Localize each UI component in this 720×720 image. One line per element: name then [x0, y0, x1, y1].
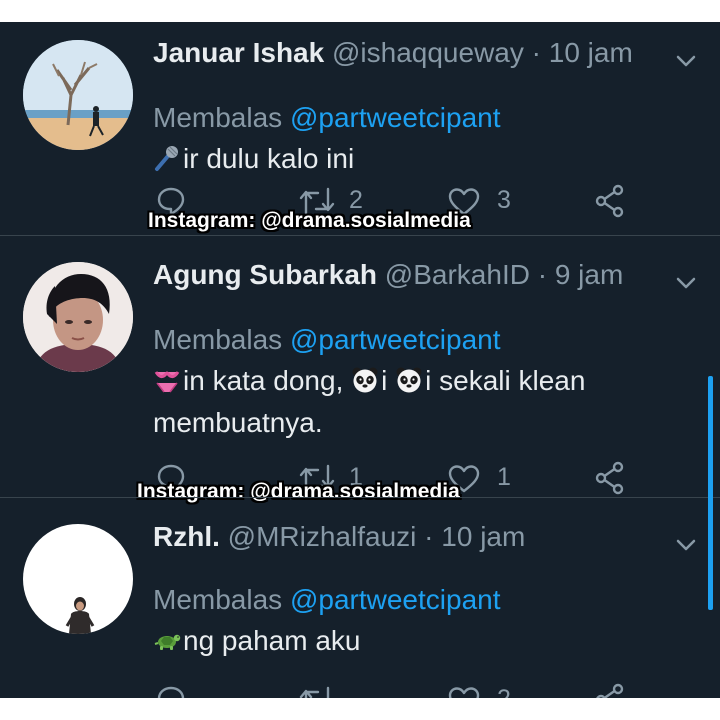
tweet-text: in kata dong, i i sekali klean membuatny… [153, 360, 673, 444]
tweet-body-part-1: in kata dong, [183, 365, 352, 396]
timestamp[interactable]: 10 jam [441, 521, 525, 552]
tweet-body-line-2: membuatnya. [153, 407, 323, 438]
avatar[interactable] [23, 524, 133, 634]
tweet-text: ng paham aku [153, 620, 673, 662]
reply-context: Membalas @partweetcipant [153, 323, 501, 357]
separator-dot: · [537, 259, 548, 290]
chevron-down-icon[interactable] [673, 536, 699, 554]
like-icon [448, 687, 480, 698]
like-count: 1 [497, 463, 511, 491]
turtle-emoji [154, 634, 181, 650]
reply-mention[interactable]: @partweetcipant [290, 324, 501, 355]
separator-dot: · [531, 37, 541, 68]
avatar[interactable] [23, 262, 133, 372]
chevron-down-icon[interactable] [673, 274, 699, 292]
reply-icon [157, 686, 185, 698]
retweet-icon [299, 686, 330, 698]
tweet[interactable]: Januar Ishak @ishaqqueway · 10 jam Memba… [0, 22, 720, 234]
share-button[interactable] [594, 683, 626, 698]
tweet-header: Rzhl. @MRizhalfauzi · 10 jam [153, 520, 525, 554]
panda-emoji [352, 367, 378, 393]
username[interactable]: @BarkahID [385, 259, 530, 290]
display-name[interactable]: Januar Ishak [153, 37, 324, 68]
panda-emoji [396, 367, 422, 393]
timestamp[interactable]: 9 jam [555, 259, 623, 290]
reply-mention[interactable]: @partweetcipant [290, 102, 501, 133]
tweet-body-part-3: i sekali klean [425, 365, 586, 396]
tweet-body: ng paham aku [183, 625, 361, 656]
tweet-header: Januar Ishak @ishaqqueway · 10 jam [153, 36, 633, 70]
tweet[interactable]: Agung Subarkah @BarkahID · 9 jam Membala… [0, 236, 720, 498]
username[interactable]: @MRizhalfauzi [228, 521, 417, 552]
like-button[interactable] [447, 685, 481, 698]
share-button[interactable] [594, 184, 626, 220]
avatar[interactable] [23, 40, 133, 150]
timestamp[interactable]: 10 jam [549, 37, 633, 68]
retweet-button[interactable] [298, 684, 336, 698]
reply-prefix: Membalas [153, 324, 283, 355]
tweet-text: ir dulu kalo ini [153, 138, 673, 180]
watermark: Instagram: @drama.sosialmedia [148, 209, 471, 232]
scrollbar[interactable] [708, 376, 713, 610]
reply-button[interactable] [155, 684, 187, 698]
share-icon [596, 683, 624, 698]
share-button[interactable] [594, 461, 626, 497]
reply-prefix: Membalas [153, 102, 283, 133]
microphone-emoji [155, 146, 178, 171]
reply-context: Membalas @partweetcipant [153, 101, 501, 135]
separator-dot: · [424, 521, 434, 552]
tweet-header: Agung Subarkah @BarkahID · 9 jam [153, 258, 623, 292]
like-count: 3 [497, 186, 511, 214]
tweet-body: ir dulu kalo ini [183, 143, 355, 174]
tweet-body-part-2: i [381, 365, 396, 396]
chevron-down-icon[interactable] [673, 52, 699, 70]
reply-prefix: Membalas [153, 584, 283, 615]
username[interactable]: @ishaqqueway [332, 37, 524, 68]
timeline: Januar Ishak @ishaqqueway · 10 jam Memba… [0, 22, 720, 698]
share-icon [595, 184, 624, 218]
reply-mention[interactable]: @partweetcipant [290, 584, 501, 615]
reply-context: Membalas @partweetcipant [153, 583, 501, 617]
display-name[interactable]: Agung Subarkah [153, 259, 377, 290]
tweet[interactable]: Rzhl. @MRizhalfauzi · 10 jam Membalas @p… [0, 498, 720, 698]
bikini-emoji [154, 371, 180, 393]
like-count: 2 [497, 684, 511, 698]
display-name[interactable]: Rzhl. [153, 521, 220, 552]
share-icon [595, 461, 624, 495]
